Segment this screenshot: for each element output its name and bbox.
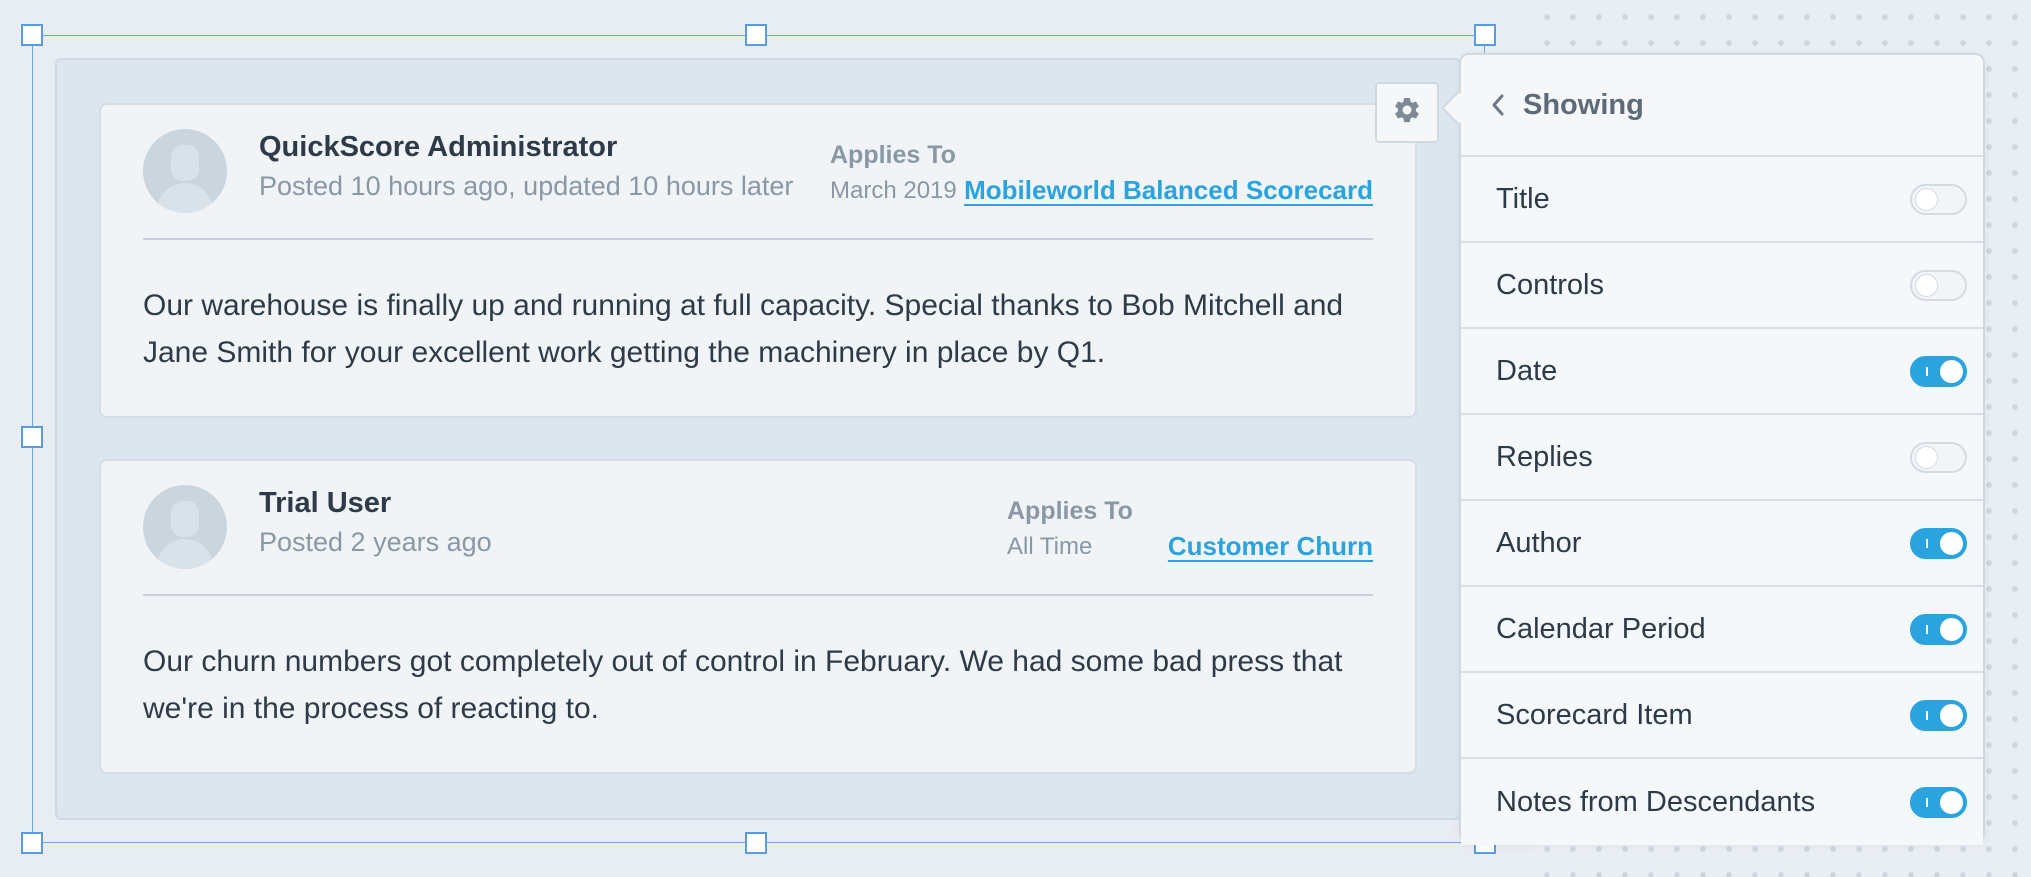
- resize-handle-bottom-left[interactable]: [21, 832, 43, 854]
- note-card: QuickScore Administrator Posted 10 hours…: [99, 103, 1417, 418]
- setting-row-author: Author: [1461, 501, 1983, 587]
- setting-label: Author: [1496, 526, 1582, 559]
- gear-icon: [1392, 95, 1422, 130]
- note-divider: [143, 238, 1373, 240]
- applies-to-period: March 2019: [830, 177, 957, 204]
- setting-row-scorecard-item: Scorecard Item: [1461, 673, 1983, 759]
- applies-to-label: Applies To: [830, 141, 956, 169]
- note-divider: [143, 594, 1373, 596]
- settings-popover: Showing Title Controls Date Replies Author Ca…: [1459, 53, 1985, 845]
- setting-label: Date: [1496, 354, 1558, 387]
- setting-label: Title: [1496, 182, 1550, 215]
- toggle-scorecard-item[interactable]: [1910, 699, 1967, 731]
- toggle-controls[interactable]: [1910, 269, 1967, 301]
- setting-label: Replies: [1496, 440, 1593, 473]
- resize-handle-top-left[interactable]: [21, 24, 43, 46]
- toggle-title[interactable]: [1910, 183, 1967, 215]
- scorecard-item-link[interactable]: Customer Churn: [1168, 531, 1373, 562]
- note-posted-time: Posted 10 hours ago, updated 10 hours la…: [259, 171, 794, 201]
- resize-handle-left[interactable]: [21, 426, 43, 448]
- setting-row-calendar-period: Calendar Period: [1461, 587, 1983, 673]
- note-body: Our warehouse is finally up and running …: [143, 289, 1344, 369]
- setting-label: Controls: [1496, 268, 1604, 301]
- scorecard-item-link[interactable]: Mobileworld Balanced Scorecard: [964, 175, 1373, 206]
- popover-header: Showing: [1461, 55, 1983, 157]
- resize-handle-top[interactable]: [745, 24, 767, 46]
- resize-handle-bottom[interactable]: [745, 832, 767, 854]
- user-avatar-icon: [143, 485, 227, 569]
- setting-row-replies: Replies: [1461, 415, 1983, 501]
- note-card: Trial User Posted 2 years ago Applies To…: [99, 459, 1417, 774]
- setting-label: Calendar Period: [1496, 612, 1706, 645]
- setting-row-notes-from-descendants: Notes from Descendants: [1461, 759, 1983, 845]
- toggle-replies[interactable]: [1910, 441, 1967, 473]
- resize-handle-top-right[interactable]: [1474, 24, 1496, 46]
- setting-row-date: Date: [1461, 329, 1983, 415]
- note-author: QuickScore Administrator: [259, 131, 618, 163]
- toggle-notes-from-descendants[interactable]: [1910, 786, 1967, 818]
- chevron-left-icon[interactable]: [1491, 93, 1505, 117]
- note-body: Our churn numbers got completely out of …: [143, 645, 1343, 725]
- toggle-author[interactable]: [1910, 527, 1967, 559]
- widget-settings-button[interactable]: [1375, 82, 1439, 143]
- popover-title: Showing: [1523, 88, 1644, 121]
- setting-label: Notes from Descendants: [1496, 785, 1816, 818]
- applies-to-label: Applies To: [1007, 497, 1133, 525]
- note-author: Trial User: [259, 487, 392, 519]
- toggle-date[interactable]: [1910, 355, 1967, 387]
- setting-row-title: Title: [1461, 157, 1983, 243]
- visibility-toggle-list: Title Controls Date Replies Author Calendar P…: [1461, 157, 1983, 845]
- setting-label: Scorecard Item: [1496, 698, 1693, 731]
- user-avatar-icon: [143, 129, 227, 213]
- note-posted-time: Posted 2 years ago: [259, 527, 492, 557]
- applies-to-period: All Time: [1007, 533, 1093, 560]
- setting-row-controls: Controls: [1461, 243, 1983, 329]
- toggle-calendar-period[interactable]: [1910, 613, 1967, 645]
